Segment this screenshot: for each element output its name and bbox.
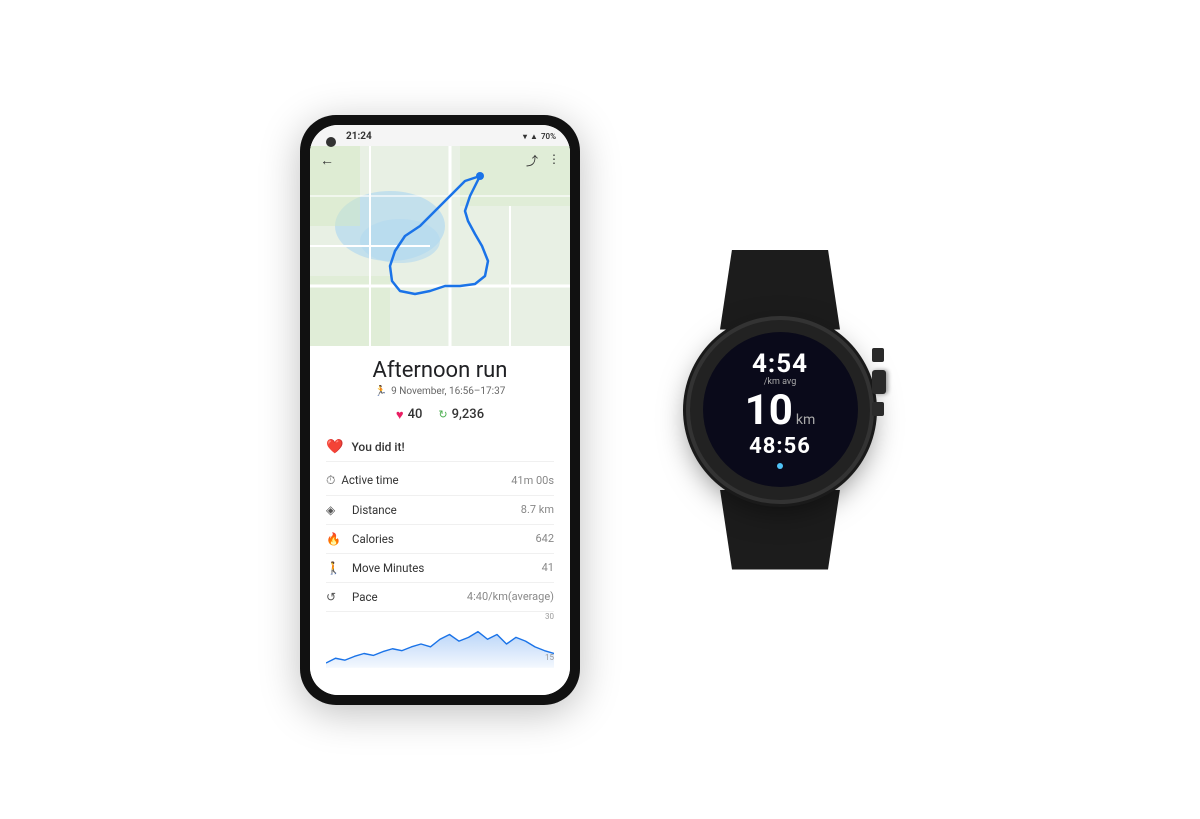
pace-label: Pace — [352, 590, 467, 604]
watch-indicator-dot — [777, 463, 783, 469]
heart-icon: ♥ — [396, 407, 404, 423]
watch-pace-display: 4:54 /km avg — [752, 350, 808, 388]
status-bar: 21:24 ▾ ▲ 70% — [310, 125, 570, 146]
date-text: 9 November, 16:56–17:37 — [391, 386, 505, 397]
watch-pace-time: 4:54 — [752, 350, 808, 379]
pace-icon: ↺ — [326, 590, 346, 604]
move-minutes-row: 🚶 Move Minutes 41 — [326, 554, 554, 583]
goal-text: You did it! — [351, 440, 404, 454]
status-icons: ▾ ▲ 70% — [523, 132, 556, 141]
steps-stat: ↻ 9,236 — [438, 407, 484, 422]
goal-row: ❤️ You did it! — [326, 433, 554, 462]
distance-value: 8.7 km — [521, 503, 554, 516]
watch-crown — [872, 370, 886, 394]
move-minutes-label: Move Minutes — [352, 561, 542, 575]
calories-value: 642 — [535, 532, 554, 545]
active-time-icon: ⏱ — [326, 473, 335, 488]
stats-row: ♥ 40 ↻ 9,236 — [326, 407, 554, 423]
map-toolbar: ← ⤴ ⋮ — [310, 146, 570, 175]
move-minutes-value: 41 — [542, 561, 554, 574]
move-minutes-icon: 🚶 — [326, 561, 346, 575]
heart-stat: ♥ 40 — [396, 407, 423, 423]
steps-count: 9,236 — [452, 407, 484, 422]
run-icon: 🏃 — [375, 386, 387, 397]
scene: 21:24 ▾ ▲ 70% — [0, 0, 1200, 819]
phone-screen: 21:24 ▾ ▲ 70% — [310, 125, 570, 695]
distance-icon: ◈ — [326, 503, 346, 517]
pace-row: ↺ Pace 4:40/km(average) — [326, 583, 554, 612]
more-button[interactable]: ⋮ — [548, 152, 560, 169]
back-button[interactable]: ← — [320, 152, 334, 169]
watch-btn-top — [872, 348, 884, 362]
pace-value: 4:40/km(average) — [467, 590, 554, 603]
watch-screen: 4:54 /km avg 10 km 48:56 — [703, 332, 858, 487]
active-time-row: ⏱ Active time 41m 00s — [326, 466, 554, 496]
heart-count: 40 — [408, 407, 423, 422]
status-time: 21:24 — [346, 131, 372, 142]
watch-device: 4:54 /km avg 10 km 48:56 — [660, 250, 900, 570]
signal-icon: ▲ — [530, 132, 538, 141]
toolbar-icons: ⤴ ⋮ — [526, 152, 560, 169]
map-area: ← ⤴ ⋮ — [310, 146, 570, 346]
steps-icon: ↻ — [438, 408, 447, 421]
watch-btn-bottom — [872, 402, 884, 416]
activity-date: 🏃 9 November, 16:56–17:37 — [326, 386, 554, 397]
chart-label-bottom: 15 — [545, 653, 554, 662]
chart-label-top: 30 — [545, 612, 554, 621]
watch-distance-unit: km — [796, 412, 815, 428]
distance-label: Distance — [352, 503, 521, 517]
phone-device: 21:24 ▾ ▲ 70% — [300, 115, 580, 705]
calories-label: Calories — [352, 532, 535, 546]
watch-elapsed-time: 48:56 — [749, 434, 811, 459]
strap-top — [720, 250, 840, 330]
calories-icon: 🔥 — [326, 532, 346, 546]
activity-chart: 30 15 — [326, 612, 554, 672]
metrics-list: ◈ Distance 8.7 km 🔥 Calories 642 🚶 Move … — [326, 496, 554, 612]
share-button[interactable]: ⤴ — [526, 152, 538, 169]
watch-case: 4:54 /km avg 10 km 48:56 — [690, 320, 870, 500]
active-time-label: Active time — [341, 473, 511, 487]
calories-row: 🔥 Calories 642 — [326, 525, 554, 554]
goal-icon: ❤️ — [326, 439, 343, 455]
wifi-icon: ▾ — [523, 132, 527, 141]
active-time-value: 41m 00s — [511, 474, 554, 487]
strap-bottom — [720, 490, 840, 570]
watch-distance: 10 — [745, 390, 793, 432]
activity-content: Afternoon run 🏃 9 November, 16:56–17:37 … — [310, 346, 570, 695]
battery-icon: 70% — [541, 132, 556, 141]
distance-row: ◈ Distance 8.7 km — [326, 496, 554, 525]
phone-camera — [326, 137, 336, 147]
activity-title: Afternoon run — [326, 358, 554, 383]
